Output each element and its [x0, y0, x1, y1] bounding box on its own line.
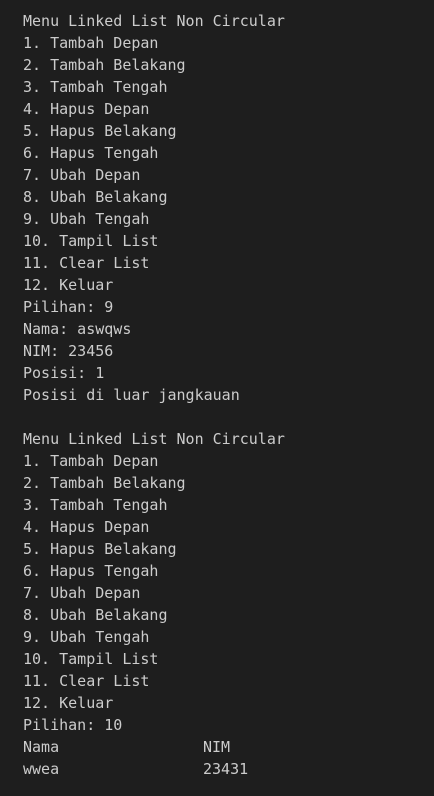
- menu-item: 2. Tambah Belakang: [23, 56, 186, 74]
- menu-item: 5. Hapus Belakang: [23, 122, 177, 140]
- table-cell-nama: wwea: [23, 760, 60, 778]
- menu-item: 1. Tambah Depan: [23, 452, 159, 470]
- menu-item: 7. Ubah Depan: [23, 584, 141, 602]
- choice-line: Pilihan: 9: [23, 298, 114, 316]
- menu-item: 3. Tambah Tengah: [23, 78, 168, 96]
- table-header-row: Nama NIM: [23, 736, 434, 758]
- menu-item: 9. Ubah Tengah: [23, 628, 150, 646]
- menu-item: 5. Hapus Belakang: [23, 540, 177, 558]
- posisi-line: Posisi: 1: [23, 364, 105, 382]
- menu-title: Menu Linked List Non Circular: [23, 12, 285, 30]
- status-message: Posisi di luar jangkauan: [23, 386, 240, 404]
- nim-line: NIM: 23456: [23, 342, 114, 360]
- menu-item: 4. Hapus Depan: [23, 100, 150, 118]
- menu-item: 12. Keluar: [23, 694, 114, 712]
- menu-title: Menu Linked List Non Circular: [23, 430, 285, 448]
- menu-item: 10. Tampil List: [23, 650, 159, 668]
- menu-item: 8. Ubah Belakang: [23, 606, 168, 624]
- menu-item: 11. Clear List: [23, 254, 150, 272]
- table-header-nama: Nama: [23, 738, 60, 756]
- menu-item: 6. Hapus Tengah: [23, 562, 159, 580]
- menu-item: 6. Hapus Tengah: [23, 144, 159, 162]
- table-header-nim: NIM: [203, 738, 231, 756]
- menu-item: 10. Tampil List: [23, 232, 159, 250]
- menu-item: 12. Keluar: [23, 276, 114, 294]
- nama-line: Nama: aswqws: [23, 320, 132, 338]
- terminal-output: Menu Linked List Non Circular 1. Tambah …: [0, 0, 434, 796]
- menu-item: 8. Ubah Belakang: [23, 188, 168, 206]
- menu-item: 7. Ubah Depan: [23, 166, 141, 184]
- menu-item: 9. Ubah Tengah: [23, 210, 150, 228]
- menu-item: 3. Tambah Tengah: [23, 496, 168, 514]
- menu-item: 1. Tambah Depan: [23, 34, 159, 52]
- table-row: wwea 23431: [23, 758, 434, 780]
- menu-item: 2. Tambah Belakang: [23, 474, 186, 492]
- table-cell-nim: 23431: [203, 760, 249, 778]
- choice-line: Pilihan: 10: [23, 716, 123, 734]
- menu-item: 4. Hapus Depan: [23, 518, 150, 536]
- menu-item: 11. Clear List: [23, 672, 150, 690]
